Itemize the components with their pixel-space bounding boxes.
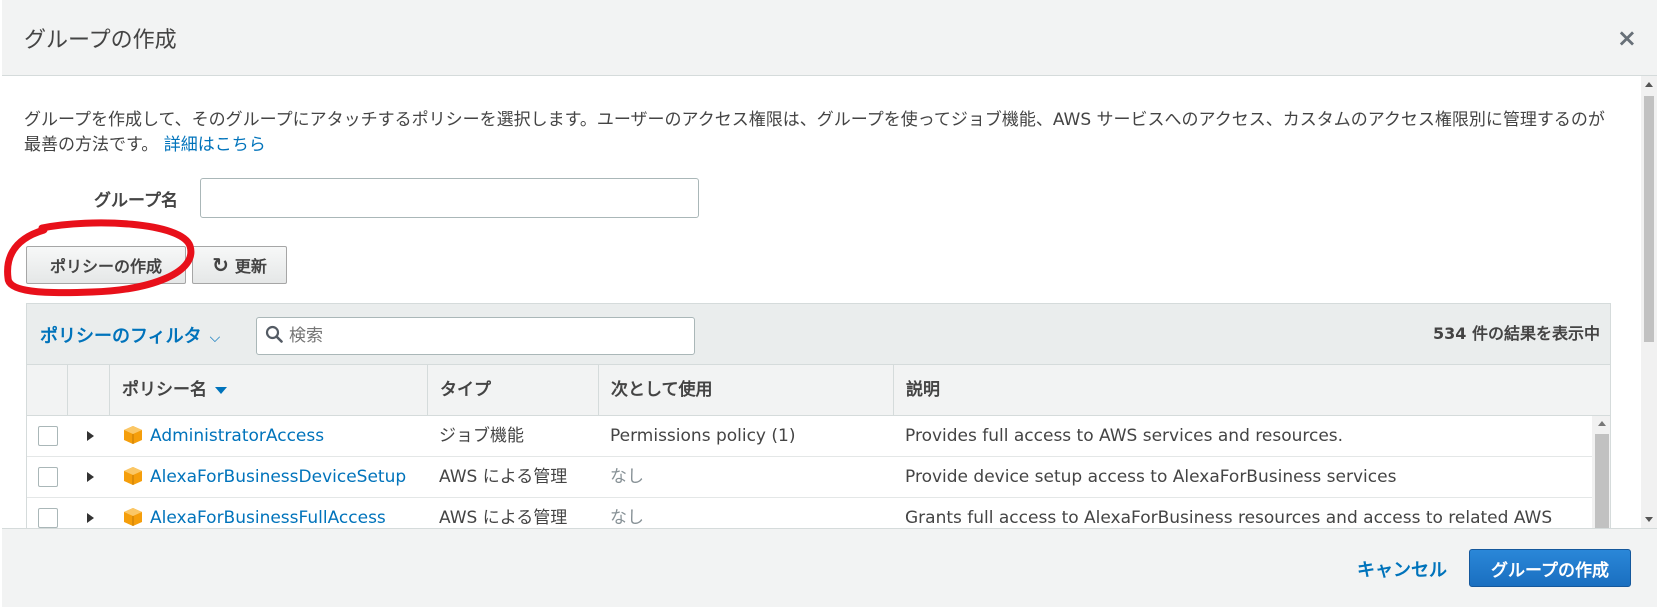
create-group-label: グループの作成 — [1491, 560, 1609, 581]
policy-filter-label: ポリシーのフィルタ — [40, 326, 202, 347]
sort-down-icon — [215, 386, 227, 394]
policy-search-input[interactable] — [289, 326, 679, 346]
modal-scrollbar[interactable] — [1641, 76, 1657, 528]
row-checkbox[interactable] — [38, 426, 58, 446]
table-body: AdministratorAccess ジョブ機能 Permissions po… — [27, 416, 1592, 528]
header-policy-name-label: ポリシー名 — [122, 380, 207, 400]
header-select-column — [27, 365, 68, 416]
create-policy-label: ポリシーの作成 — [49, 257, 162, 276]
policy-filter-dropdown[interactable]: ポリシーのフィルタ ⌵ — [40, 322, 220, 348]
scroll-up-icon[interactable] — [1598, 421, 1606, 426]
description-text: グループを作成して、そのグループにアタッチするポリシーを選択します。ユーザーのア… — [24, 108, 1619, 158]
table-row[interactable]: AlexaForBusinessDeviceSetup AWS による管理 なし… — [27, 457, 1592, 498]
policy-type: AWS による管理 — [439, 467, 568, 487]
create-policy-button[interactable]: ポリシーの作成 — [26, 246, 186, 284]
learn-more-link[interactable]: 詳細はこちら — [164, 135, 266, 155]
policy-type: ジョブ機能 — [439, 426, 524, 446]
header-policy-name[interactable]: ポリシー名 — [110, 365, 428, 416]
policy-search-box[interactable] — [256, 317, 695, 355]
table-scroll-thumb[interactable] — [1595, 434, 1609, 528]
policy-used-as: なし — [610, 508, 644, 528]
row-checkbox[interactable] — [38, 467, 58, 487]
group-name-input[interactable] — [200, 178, 699, 218]
scroll-up-icon[interactable] — [1645, 82, 1653, 87]
expand-arrow-icon[interactable] — [87, 513, 94, 523]
expand-arrow-icon[interactable] — [87, 431, 94, 441]
policy-name-link[interactable]: AlexaForBusinessFullAccess — [150, 498, 386, 528]
table-row[interactable]: AlexaForBusinessFullAccess AWS による管理 なし … — [27, 498, 1592, 528]
modal-title: グループの作成 — [24, 28, 177, 53]
policy-box-icon — [124, 467, 142, 485]
scroll-down-icon[interactable] — [1645, 517, 1653, 522]
policy-name-link[interactable]: AdministratorAccess — [150, 416, 324, 456]
policy-description: Provide device setup access to AlexaForB… — [905, 467, 1397, 487]
policy-type: AWS による管理 — [439, 508, 568, 528]
table-row[interactable]: AdministratorAccess ジョブ機能 Permissions po… — [27, 416, 1592, 457]
modal-body: グループを作成して、そのグループにアタッチするポリシーを選択します。ユーザーのア… — [2, 76, 1640, 528]
create-group-modal: グループの作成 × グループを作成して、そのグループにアタッチするポリシーを選択… — [2, 0, 1657, 607]
header-type[interactable]: タイプ — [428, 365, 599, 416]
refresh-button[interactable]: ↻ 更新 — [192, 246, 287, 284]
modal-header: グループの作成 × — [2, 0, 1657, 76]
policy-box-icon — [124, 426, 142, 444]
refresh-label: 更新 — [234, 257, 267, 276]
expand-arrow-icon[interactable] — [87, 472, 94, 482]
group-name-label: グループ名 — [94, 191, 178, 211]
row-checkbox[interactable] — [38, 508, 58, 528]
table-header: ポリシー名 タイプ 次として使用 説明 — [27, 365, 1610, 416]
table-scrollbar[interactable] — [1592, 416, 1610, 528]
header-expand-column — [68, 365, 110, 416]
modal-scroll-thumb[interactable] — [1644, 96, 1654, 342]
policy-table-panel: ポリシーのフィルタ ⌵ 534 件の結果を表示中 ポリシー名 タイプ 次として使用 — [26, 303, 1611, 528]
header-used-as[interactable]: 次として使用 — [599, 365, 894, 416]
policy-used-as: なし — [610, 467, 644, 487]
result-count: 534 件の結果を表示中 — [1433, 324, 1600, 343]
create-group-button[interactable]: グループの作成 — [1469, 549, 1631, 587]
close-icon[interactable]: × — [1617, 24, 1637, 52]
policy-used-as: Permissions policy (1) — [610, 426, 796, 446]
header-description[interactable]: 説明 — [894, 365, 1610, 416]
policy-description: Provides full access to AWS services and… — [905, 426, 1344, 446]
policy-box-icon — [124, 508, 142, 526]
cancel-button[interactable]: キャンセル — [1357, 556, 1447, 582]
modal-footer: キャンセル グループの作成 — [2, 528, 1657, 607]
policy-name-link[interactable]: AlexaForBusinessDeviceSetup — [150, 457, 406, 497]
refresh-icon: ↻ — [212, 253, 229, 277]
filter-bar: ポリシーのフィルタ ⌵ 534 件の結果を表示中 — [27, 304, 1610, 365]
policy-description: Grants full access to AlexaForBusiness r… — [905, 508, 1553, 528]
chevron-down-icon: ⌵ — [209, 330, 221, 346]
search-icon — [265, 324, 283, 348]
